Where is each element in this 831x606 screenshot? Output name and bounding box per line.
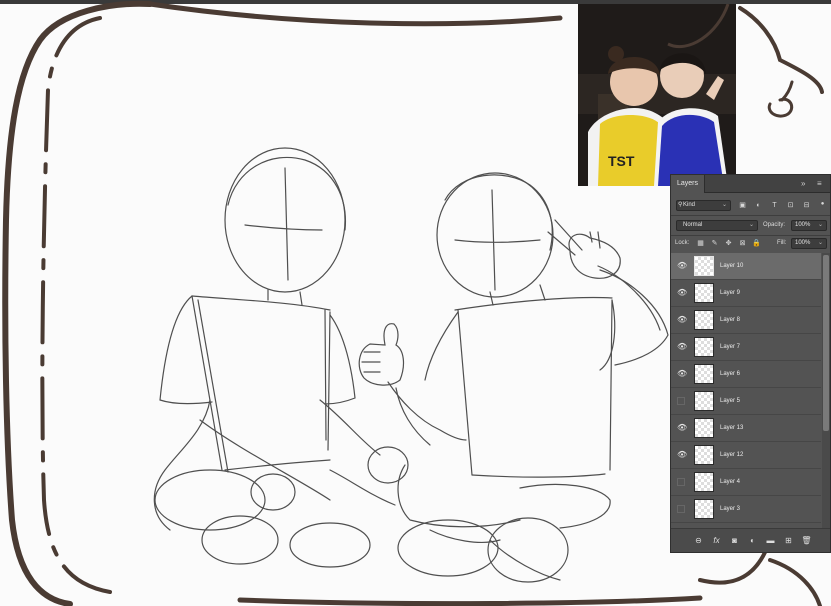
image-filter-icon[interactable]: ▣ [738, 201, 747, 210]
smart-object-filter-icon[interactable]: ⊟ [802, 201, 811, 210]
eye-icon[interactable]: 👁 [677, 343, 687, 351]
eye-icon[interactable]: 👁 [677, 262, 687, 270]
layer-name: Layer 4 [720, 479, 741, 485]
eye-icon[interactable]: 👁 [677, 316, 687, 324]
layers-panel-header: Layers » ≡ [671, 175, 830, 193]
fill-field[interactable]: 100% ⌄ [791, 238, 827, 249]
layer-row[interactable]: 👁 Layer 12 [671, 442, 821, 469]
reference-photo: TST [578, 4, 736, 186]
blend-mode-dropdown[interactable]: Normal ⌄ [676, 220, 758, 231]
eye-icon[interactable]: 👁 [677, 370, 687, 378]
layer-thumbnail [694, 472, 714, 492]
visibility-toggle-off[interactable] [677, 505, 685, 513]
layer-name: Layer 10 [720, 263, 744, 269]
layer-list-scrollbar[interactable] [822, 253, 830, 528]
collapse-panel-icon[interactable]: » [801, 175, 805, 193]
chevron-down-icon: ⌄ [817, 222, 823, 228]
adjustment-filter-icon[interactable]: ◐ [754, 201, 763, 210]
layers-panel: Layers » ≡ ⚲ Kind ⌄ ▣ ◐ T ⊡ ⊟ ● Normal ⌄… [670, 174, 831, 553]
layer-thumbnail [694, 391, 714, 411]
reference-photo-image: TST [578, 4, 736, 186]
layer-name: Layer 5 [720, 398, 741, 404]
layer-thumbnail [694, 283, 714, 303]
delete-layer-icon[interactable]: 🗑 [801, 535, 812, 546]
eye-icon[interactable]: 👁 [677, 424, 687, 432]
layer-list: 👁 Layer 10 👁 Layer 9 👁 Layer 8 👁 Layer 7… [671, 253, 821, 528]
lock-transparent-pixels-icon[interactable]: ▦ [696, 239, 705, 248]
layer-thumbnail [694, 256, 714, 276]
layer-row[interactable]: 👁 Layer 13 [671, 415, 821, 442]
layer-name: Layer 6 [720, 371, 741, 377]
adjustment-layer-icon[interactable]: ◐ [747, 535, 758, 546]
layer-name: Layer 8 [720, 317, 741, 323]
layer-name: Layer 12 [720, 452, 744, 458]
lock-fill-row: Lock: ▦ ✎ ✥ ⊠ 🔒 Fill: 100% ⌄ [671, 237, 830, 251]
jersey-text: TST [608, 153, 635, 169]
layer-thumbnail [694, 337, 714, 357]
eye-icon[interactable]: 👁 [677, 451, 687, 459]
divider [671, 235, 830, 236]
chevron-down-icon: ⌄ [817, 240, 823, 246]
visibility-toggle-off[interactable] [677, 478, 685, 486]
opacity-label: Opacity: [763, 222, 786, 228]
filter-kind-label: Kind [683, 202, 696, 208]
layer-row[interactable]: Layer 3 [671, 496, 821, 523]
layer-name: Layer 7 [720, 344, 741, 350]
scrollbar-thumb[interactable] [823, 255, 829, 431]
add-mask-icon[interactable]: ◙ [729, 535, 740, 546]
type-filter-icon[interactable]: T [770, 201, 779, 210]
opacity-value: 100% [795, 222, 811, 228]
layer-thumbnail [694, 418, 714, 438]
fill-value: 100% [795, 240, 811, 246]
lock-all-icon[interactable]: 🔒 [752, 239, 761, 248]
fx-icon[interactable]: fx [711, 535, 722, 546]
tab-layers[interactable]: Layers [671, 175, 706, 193]
new-group-icon[interactable]: ▬ [765, 535, 776, 546]
layer-thumbnail [694, 364, 714, 384]
layer-row[interactable]: Layer 5 [671, 388, 821, 415]
layer-row[interactable]: 👁 Layer 10 [671, 253, 821, 280]
fill-label: Fill: [777, 240, 787, 246]
chevron-down-icon: ⌄ [748, 222, 754, 228]
layer-row[interactable]: 👁 Layer 9 [671, 280, 821, 307]
visibility-toggle-off[interactable] [677, 397, 685, 405]
opacity-field[interactable]: 100% ⌄ [791, 220, 827, 231]
lock-position-icon[interactable]: ✥ [724, 239, 733, 248]
layer-row[interactable]: 👁 Layer 8 [671, 307, 821, 334]
layers-panel-footer: ⊖ fx ◙ ◐ ▬ ⊞ 🗑 [671, 528, 830, 552]
blend-mode-value: Normal [683, 222, 703, 228]
layer-thumbnail [694, 499, 714, 519]
blend-opacity-row: Normal ⌄ Opacity: 100% ⌄ [671, 219, 830, 233]
layer-row[interactable]: 👁 Layer 6 [671, 361, 821, 388]
layer-thumbnail [694, 445, 714, 465]
panel-menu-icon[interactable]: ≡ [817, 175, 822, 193]
eye-icon[interactable]: 👁 [677, 289, 687, 297]
layer-thumbnail [694, 310, 714, 330]
new-layer-icon[interactable]: ⊞ [783, 535, 794, 546]
layer-name: Layer 9 [720, 290, 741, 296]
search-icon: ⚲ [678, 202, 683, 208]
shape-filter-icon[interactable]: ⊡ [786, 201, 795, 210]
layer-name: Layer 13 [720, 425, 744, 431]
layer-name: Layer 3 [720, 506, 741, 512]
filter-kind-dropdown[interactable]: ⚲ Kind ⌄ [676, 200, 731, 211]
link-layers-icon[interactable]: ⊖ [693, 535, 704, 546]
filter-toggle-icon[interactable]: ● [818, 200, 827, 209]
chevron-down-icon: ⌄ [721, 202, 727, 208]
lock-artboard-icon[interactable]: ⊠ [738, 239, 747, 248]
layer-filter-row: ⚲ Kind ⌄ ▣ ◐ T ⊡ ⊟ ● [671, 199, 830, 213]
layer-row[interactable]: 👁 Layer 7 [671, 334, 821, 361]
divider [671, 215, 830, 216]
lock-label: Lock: [675, 240, 690, 246]
lock-image-pixels-icon[interactable]: ✎ [710, 239, 719, 248]
layer-row[interactable]: Layer 4 [671, 469, 821, 496]
